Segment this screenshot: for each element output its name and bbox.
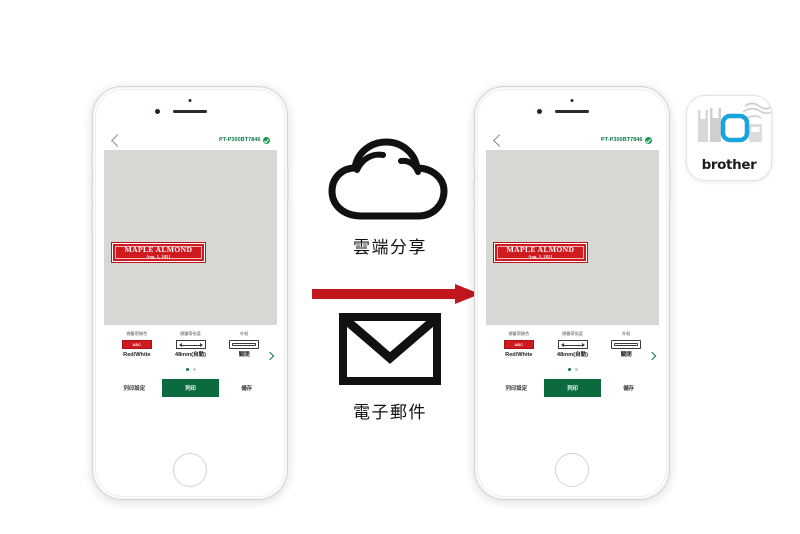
option-tape-length-label: 標籤帶長度: [180, 331, 201, 336]
tape-color-swatch-icon[interactable]: ABC: [121, 340, 152, 350]
option-tape-length[interactable]: 標籤帶長度 48mm(自動): [546, 331, 600, 359]
label-canvas[interactable]: MAPLE ALMOND Aug. 1, 2021: [104, 150, 277, 325]
front-camera: [537, 109, 542, 114]
options-strip: 標籤帶顏色 ABC Red/White 標籤帶長度 48mm(自動) 外框 關閉…: [104, 325, 277, 397]
label-title-text: MAPLE ALMOND: [506, 244, 575, 254]
left-phone-screen: PT-P300BT7846 MAPLE ALMOND Aug. 1, 2021 …: [104, 130, 277, 454]
brother-app-icon[interactable]: brother: [686, 95, 772, 181]
envelope-icon: [339, 313, 441, 385]
option-tape-length-label: 標籤帶長度: [562, 331, 583, 336]
home-button[interactable]: [173, 453, 207, 487]
option-tape-length-value: 48mm(自動): [174, 352, 207, 359]
option-tape-length[interactable]: 標籤帶長度 48mm(自動): [164, 331, 218, 359]
phone-volume-up-button: [91, 179, 93, 203]
tape-length-icon[interactable]: [557, 340, 588, 350]
option-frame[interactable]: 外框 關閉: [217, 331, 271, 359]
tape-length-arrow-right: [581, 342, 585, 347]
options-strip: 標籤帶顏色 ABC Red/White 標籤帶長度 48mm(自動) 外框 關閉…: [486, 325, 659, 397]
email-block: 電子郵件: [300, 311, 480, 423]
printer-status-label: PT-P300BT7846: [219, 137, 261, 143]
printer-status-label: PT-P300BT7846: [601, 137, 643, 143]
phone-mute-switch: [91, 153, 93, 167]
left-phone: PT-P300BT7846 MAPLE ALMOND Aug. 1, 2021 …: [91, 86, 289, 500]
label-title-text: MAPLE ALMOND: [124, 244, 193, 254]
earpiece-speaker: [173, 110, 207, 113]
action-bar: 列印設定 列印 儲存: [486, 371, 659, 397]
frame-icon[interactable]: [229, 340, 260, 350]
tape-color-swatch-text: ABC: [514, 342, 524, 347]
tape-length-bar: [562, 344, 583, 346]
option-tape-color-label: 標籤帶顏色: [126, 331, 148, 336]
option-frame[interactable]: 外框 關閉: [599, 331, 653, 359]
tape-length-arrow-left: [560, 342, 564, 347]
proximity-sensor: [188, 99, 192, 102]
option-frame-label: 外框: [239, 331, 249, 336]
action-bar: 列印設定 列印 儲存: [104, 371, 277, 397]
tape-length-arrow-left: [178, 342, 182, 347]
tape-length-icon[interactable]: [175, 340, 206, 350]
option-tape-color[interactable]: 標籤帶顏色 ABC Red/White: [492, 331, 546, 359]
option-frame-label: 外框: [621, 331, 631, 336]
option-tape-color-label: 標籤帶顏色: [508, 331, 530, 336]
check-badge-icon: [263, 136, 270, 144]
phone-volume-up-button: [473, 179, 475, 203]
right-phone-screen: PT-P300BT7846 MAPLE ALMOND Aug. 1, 2021 …: [486, 130, 659, 454]
option-tape-color-value: Red/White: [505, 352, 533, 359]
option-tape-length-value: 48mm(自動): [556, 352, 589, 359]
label-date-text: Aug. 1, 2021: [528, 253, 553, 259]
page-dot-2[interactable]: [192, 367, 196, 371]
transfer-column: 雲端分享 電子郵件: [300, 86, 480, 500]
print-settings-button[interactable]: 列印設定: [113, 384, 156, 392]
app-navbar: PT-P300BT7846: [486, 130, 659, 150]
front-camera: [155, 109, 160, 114]
phone-volume-down-button: [91, 209, 93, 233]
print-settings-button[interactable]: 列印設定: [495, 384, 538, 392]
print-button[interactable]: 列印: [543, 378, 602, 397]
cloud-share-caption: 雲端分享: [353, 238, 427, 258]
page-dot-1[interactable]: [185, 367, 189, 371]
print-button[interactable]: 列印: [161, 378, 220, 397]
phone-mute-switch: [473, 153, 475, 167]
save-button[interactable]: 儲存: [225, 384, 268, 392]
email-caption: 電子郵件: [353, 403, 427, 423]
option-tape-color[interactable]: 標籤帶顏色 ABC Red/White: [110, 331, 164, 359]
earpiece-speaker: [555, 110, 589, 113]
label-preview[interactable]: MAPLE ALMOND Aug. 1, 2021: [112, 243, 205, 262]
cloud-icon: [328, 138, 448, 220]
chevron-left-icon[interactable]: [111, 133, 124, 147]
tape-color-swatch-text: ABC: [132, 342, 142, 347]
screenshot-stage: PT-P300BT7846 MAPLE ALMOND Aug. 1, 2021 …: [0, 0, 800, 534]
label-date-text: Aug. 1, 2021: [146, 253, 171, 259]
label-preview[interactable]: MAPLE ALMOND Aug. 1, 2021: [494, 243, 587, 262]
tape-color-swatch-icon[interactable]: ABC: [503, 340, 534, 350]
proximity-sensor: [570, 99, 574, 102]
save-button[interactable]: 儲存: [607, 384, 650, 392]
right-phone: PT-P300BT7846 MAPLE ALMOND Aug. 1, 2021 …: [473, 86, 671, 500]
label-canvas[interactable]: MAPLE ALMOND Aug. 1, 2021: [486, 150, 659, 325]
cloud-share-block: 雲端分享: [300, 136, 480, 258]
tape-length-arrow-right: [199, 342, 203, 347]
tape-length-bar: [180, 344, 201, 346]
brother-wordmark: brother: [701, 157, 757, 173]
frame-icon[interactable]: [611, 340, 642, 350]
page-dot-1[interactable]: [567, 367, 571, 371]
chevron-left-icon[interactable]: [493, 133, 506, 147]
check-badge-icon: [645, 136, 652, 144]
brother-app-artwork: [698, 102, 771, 143]
option-tape-color-value: Red/White: [123, 352, 151, 359]
home-button[interactable]: [555, 453, 589, 487]
page-dot-2[interactable]: [574, 367, 578, 371]
option-frame-value: 關閉: [620, 352, 632, 359]
app-navbar: PT-P300BT7846: [104, 130, 277, 150]
options-row: 標籤帶顏色 ABC Red/White 標籤帶長度 48mm(自動) 外框 關閉: [486, 331, 659, 359]
arrow-right-icon: [312, 284, 480, 304]
phone-power-button: [287, 167, 289, 201]
phone-power-button: [669, 167, 671, 201]
options-row: 標籤帶顏色 ABC Red/White 標籤帶長度 48mm(自動) 外框 關閉: [104, 331, 277, 359]
option-frame-value: 關閉: [238, 352, 250, 359]
phone-volume-down-button: [473, 209, 475, 233]
